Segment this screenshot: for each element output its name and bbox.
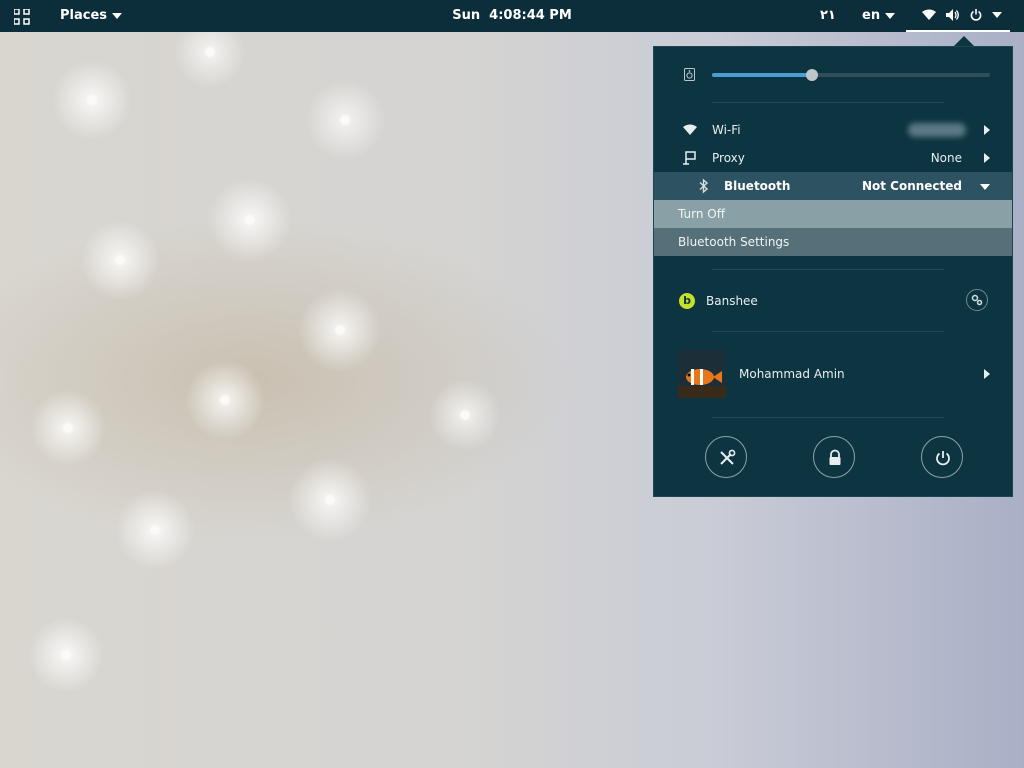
wifi-icon [922,9,936,20]
chevron-down-icon [112,12,123,19]
chevron-right-icon [984,369,990,379]
bluetooth-icon [699,178,709,194]
bluetooth-label: Bluetooth [724,179,791,193]
clock-time: 4:08:44 PM [489,8,572,23]
bluetooth-status: Not Connected [861,179,962,193]
media-player-settings-button[interactable] [966,289,988,311]
lock-icon [829,449,841,465]
clock-day: Sun [452,8,481,23]
divider [712,269,944,270]
volume-row [654,65,1012,85]
volume-slider-fill [712,73,813,77]
lock-button[interactable] [813,436,855,478]
volume-slider-handle[interactable] [806,69,819,81]
user-name: Mohammad Amin [739,367,845,381]
wifi-network-name-blurred [908,123,966,137]
system-menu-panel: Wi-Fi Proxy None Bluetooth Not Connected… [653,46,1013,497]
proxy-row[interactable]: Proxy None [654,144,1012,172]
bluetooth-settings-label: Bluetooth Settings [678,235,790,249]
chevron-right-icon [984,153,990,163]
arabic-number-indicator[interactable]: ۲۱ [820,8,836,23]
wifi-icon [683,124,697,135]
top-bar: Places Sun 4:08:44 PM ۲۱ en [0,0,1024,32]
tools-icon [720,449,736,465]
power-icon [970,9,982,21]
bluetooth-turn-off-item[interactable]: Turn Off [654,200,1012,228]
power-icon [936,451,950,466]
chevron-right-icon [984,125,990,135]
media-player-row[interactable]: b Banshee [654,287,1012,315]
bluetooth-row[interactable]: Bluetooth Not Connected [654,172,1012,200]
turn-off-label: Turn Off [678,207,725,221]
user-row[interactable]: Mohammad Amin [654,349,1012,399]
proxy-value: None [930,151,962,165]
divider [712,417,944,418]
volume-icon [946,9,959,21]
volume-slider[interactable] [712,69,990,81]
places-menu[interactable]: Places [60,8,123,23]
menu-pointer [954,36,974,46]
divider [712,102,944,103]
chevron-down-icon [992,12,1002,18]
gears-icon [971,294,983,306]
language-label: en [862,8,881,23]
input-language-menu[interactable]: en [862,8,896,23]
wifi-row[interactable]: Wi-Fi [654,116,1012,144]
bluetooth-settings-item[interactable]: Bluetooth Settings [654,228,1012,256]
chevron-down-icon [980,184,990,190]
clownfish-avatar-image [678,350,726,398]
proxy-icon [683,151,696,165]
wifi-label: Wi-Fi [712,123,741,137]
clock-button[interactable]: Sun 4:08:44 PM [452,8,572,23]
chevron-down-icon [885,12,896,19]
avatar [678,350,726,398]
divider [712,331,944,332]
media-player-label: Banshee [706,294,758,308]
power-off-button[interactable] [921,436,963,478]
places-label: Places [60,8,108,23]
banshee-icon: b [679,293,695,309]
proxy-label: Proxy [712,151,745,165]
settings-button[interactable] [705,436,747,478]
activities-grid-icon[interactable] [13,8,30,25]
speaker-icon [684,68,695,81]
system-status-menu[interactable] [906,0,1010,32]
